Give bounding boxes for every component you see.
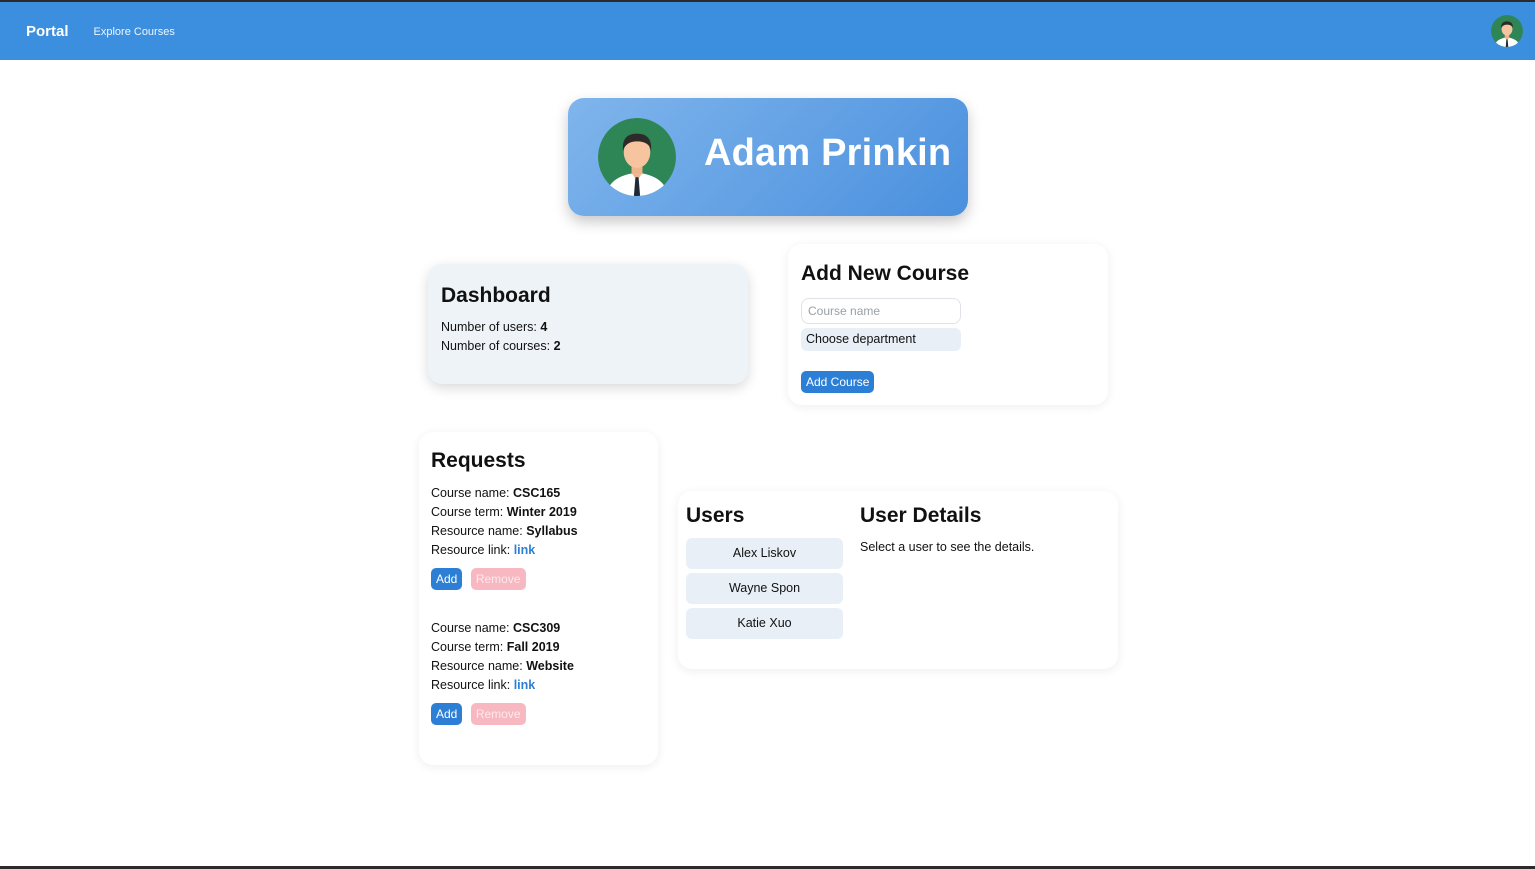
user-details-title: User Details: [860, 504, 982, 527]
users-count-line: Number of users: 4: [441, 318, 561, 337]
request-resource-name-value: Syllabus: [526, 524, 578, 538]
request-resource-name: Resource name: Website: [431, 657, 574, 676]
requests-title: Requests: [431, 449, 526, 472]
request-resource-link-label: Resource link:: [431, 543, 511, 557]
nav-link-explore-courses[interactable]: Explore Courses: [94, 26, 175, 38]
request-actions: Add Remove: [431, 703, 574, 725]
department-select[interactable]: Choose department: [801, 328, 961, 351]
user-avatar-icon[interactable]: [1491, 15, 1523, 47]
dashboard-card: Dashboard Number of users: 4 Number of c…: [428, 264, 748, 384]
user-avatar-icon: [598, 118, 676, 196]
request-course-term-value: Fall 2019: [506, 640, 560, 654]
request-course-term-label: Course term:: [431, 640, 504, 654]
user-details-placeholder: Select a user to see the details.: [860, 540, 1035, 554]
courses-count-label: Number of courses:: [441, 339, 551, 353]
request-resource-link-anchor[interactable]: link: [514, 678, 536, 692]
dashboard-title: Dashboard: [441, 284, 551, 307]
request-course-name: Course name: CSC309: [431, 619, 574, 638]
request-resource-name: Resource name: Syllabus: [431, 522, 578, 541]
request-resource-name-label: Resource name:: [431, 524, 523, 538]
request-remove-button[interactable]: Remove: [470, 568, 526, 590]
request-resource-link-anchor[interactable]: link: [514, 543, 536, 557]
top-navbar: Portal Explore Courses: [0, 2, 1535, 60]
request-add-button[interactable]: Add: [431, 703, 463, 725]
user-list: Alex Liskov Wayne Spon Katie Xuo: [686, 538, 843, 643]
profile-banner: Adam Prinkin: [568, 98, 968, 216]
request-course-term-label: Course term:: [431, 505, 504, 519]
request-item: Course name: CSC309 Course term: Fall 20…: [431, 619, 574, 725]
add-course-button[interactable]: Add Course: [801, 371, 875, 393]
request-course-name: Course name: CSC165: [431, 484, 578, 503]
profile-name: Adam Prinkin: [704, 132, 952, 174]
courses-count-value: 2: [553, 339, 561, 353]
brand-link[interactable]: Portal: [26, 23, 69, 40]
courses-count-line: Number of courses: 2: [441, 337, 561, 356]
add-course-title: Add New Course: [801, 262, 970, 285]
request-course-name-label: Course name:: [431, 621, 510, 635]
request-resource-name-label: Resource name:: [431, 659, 523, 673]
request-add-button[interactable]: Add: [431, 568, 463, 590]
users-title: Users: [686, 504, 745, 527]
users-card: Users Alex Liskov Wayne Spon Katie Xuo U…: [678, 491, 1118, 669]
user-list-item[interactable]: Wayne Spon: [686, 573, 843, 604]
request-course-term: Course term: Winter 2019: [431, 503, 578, 522]
request-course-term-value: Winter 2019: [506, 505, 577, 519]
course-name-input[interactable]: [801, 298, 961, 324]
dashboard-stats: Number of users: 4 Number of courses: 2: [441, 318, 561, 356]
user-list-item[interactable]: Alex Liskov: [686, 538, 843, 569]
add-course-card: Add New Course Choose department Add Cou…: [788, 244, 1108, 405]
request-item: Course name: CSC165 Course term: Winter …: [431, 484, 578, 590]
users-count-label: Number of users:: [441, 320, 537, 334]
users-count-value: 4: [540, 320, 548, 334]
request-remove-button[interactable]: Remove: [470, 703, 526, 725]
user-list-item[interactable]: Katie Xuo: [686, 608, 843, 639]
request-resource-name-value: Website: [526, 659, 574, 673]
request-course-term: Course term: Fall 2019: [431, 638, 574, 657]
request-resource-link: Resource link: link: [431, 541, 578, 560]
request-course-name-value: CSC309: [513, 621, 561, 635]
request-resource-link: Resource link: link: [431, 676, 574, 695]
requests-card: Requests Course name: CSC165 Course term…: [419, 432, 658, 765]
request-course-name-label: Course name:: [431, 486, 510, 500]
request-resource-link-label: Resource link:: [431, 678, 511, 692]
request-actions: Add Remove: [431, 568, 578, 590]
request-course-name-value: CSC165: [513, 486, 561, 500]
